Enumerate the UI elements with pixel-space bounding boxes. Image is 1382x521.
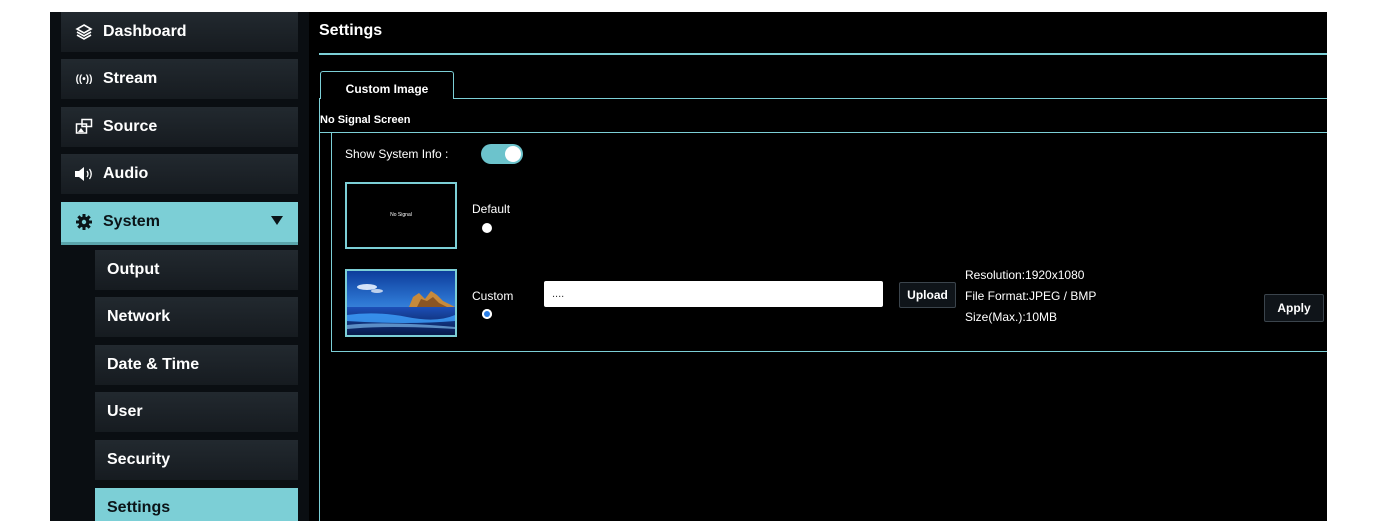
sidebar-item-label: Dashboard [103, 23, 187, 40]
sidebar: Dashboard ((•)) Stream Source Audio Syst… [50, 12, 309, 521]
tab-label: Custom Image [345, 82, 429, 96]
default-preview-text: No Signal [390, 212, 412, 218]
sidebar-subitem-label: Date & Time [107, 356, 200, 373]
file-format-info: File Format:JPEG / BMP [965, 289, 1097, 303]
sidebar-item-dashboard[interactable]: Dashboard [61, 12, 298, 52]
resolution-info: Resolution:1920x1080 [965, 268, 1085, 282]
sidebar-subitem-label: Output [107, 261, 160, 278]
default-option-radio[interactable] [482, 223, 492, 233]
default-preview-thumbnail: No Signal [345, 182, 457, 249]
sidebar-subitem-label: Settings [107, 499, 171, 516]
tab-custom-image[interactable]: Custom Image [320, 71, 454, 99]
max-size-info: Size(Max.):10MB [965, 310, 1058, 324]
title-divider [319, 53, 1327, 55]
sidebar-item-label: System [103, 213, 160, 230]
broadcast-icon: ((•)) [75, 73, 93, 85]
beach-landscape-image [347, 271, 455, 335]
sidebar-item-source[interactable]: Source [61, 107, 298, 147]
page-title: Settings [319, 22, 383, 39]
custom-option-radio[interactable] [482, 309, 492, 319]
custom-option-label: Custom [472, 289, 514, 303]
sidebar-subitem-label: Security [107, 451, 171, 468]
sidebar-subitem-date-time[interactable]: Date & Time [95, 345, 298, 385]
sidebar-item-audio[interactable]: Audio [61, 154, 298, 194]
apply-button[interactable]: Apply [1264, 294, 1324, 322]
custom-image-file-field[interactable] [544, 281, 883, 307]
sidebar-item-system[interactable]: System [61, 202, 298, 242]
no-signal-panel [331, 133, 1327, 352]
sidebar-subitem-label: Network [107, 308, 171, 325]
section-title: No Signal Screen [320, 114, 411, 126]
app-frame: Dashboard ((•)) Stream Source Audio Syst… [50, 12, 1327, 521]
sidebar-subitem-settings[interactable]: Settings [95, 488, 298, 521]
show-system-info-label: Show System Info : [345, 147, 449, 161]
sidebar-subitem-label: User [107, 403, 143, 420]
sidebar-item-label: Source [103, 118, 158, 135]
gear-icon [73, 211, 95, 233]
sidebar-subitem-user[interactable]: User [95, 392, 298, 432]
sidebar-subitem-output[interactable]: Output [95, 250, 298, 290]
sidebar-subitem-security[interactable]: Security [95, 440, 298, 480]
toggle-knob [505, 146, 521, 162]
speaker-icon [73, 163, 95, 185]
caret-down-icon [270, 213, 284, 231]
default-option-label: Default [472, 202, 511, 216]
upload-button[interactable]: Upload [899, 282, 956, 308]
sidebar-item-label: Stream [103, 70, 158, 87]
custom-image-thumbnail [345, 269, 457, 337]
sidebar-subitem-network[interactable]: Network [95, 297, 298, 337]
layers-icon [73, 21, 95, 43]
sidebar-item-stream[interactable]: ((•)) Stream [61, 59, 298, 99]
main-content: Settings Custom Image No Signal Screen S… [309, 12, 1327, 521]
source-icon [73, 116, 95, 138]
show-system-info-toggle[interactable] [481, 144, 523, 164]
sidebar-item-label: Audio [103, 165, 149, 182]
